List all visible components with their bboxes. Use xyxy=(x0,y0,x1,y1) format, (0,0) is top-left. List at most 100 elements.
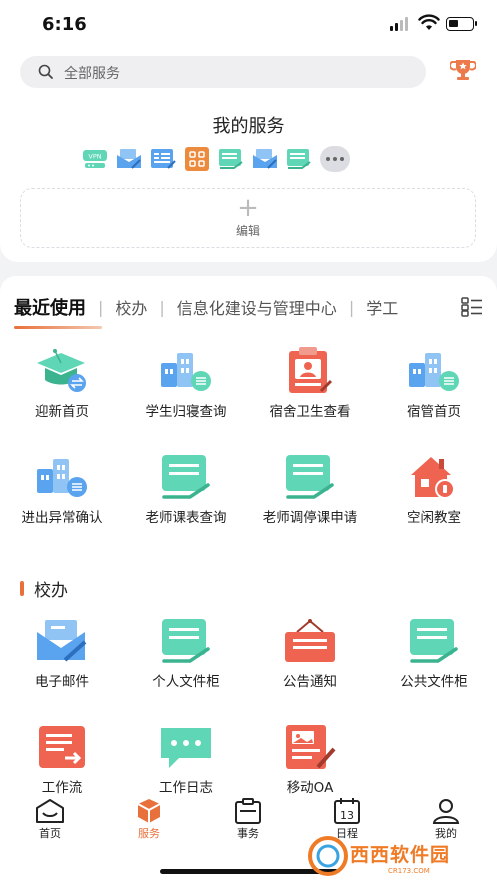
service-item[interactable]: 电子邮件 xyxy=(0,616,124,691)
cube-icon xyxy=(137,799,161,823)
category-tabs: 最近使用 | 校办 | 信息化建设与管理中心 | 学工 xyxy=(14,294,454,324)
service-label: 移动OA xyxy=(286,780,334,796)
my-services-card: 全部服务 我的服务 VPN + 编辑 xyxy=(0,50,497,262)
tab-divider: | xyxy=(348,297,355,317)
service-item[interactable]: 空闲教室 xyxy=(372,452,496,527)
status-time: 6:16 xyxy=(42,14,87,35)
service-label: 个人文件柜 xyxy=(152,674,220,690)
document-hand-icon xyxy=(157,452,215,502)
my-services-title: 我的服务 xyxy=(212,116,285,137)
service-label: 空闲教室 xyxy=(407,510,461,526)
list-view-icon[interactable] xyxy=(461,297,483,317)
active-tab-indicator xyxy=(14,326,102,329)
section-title-xiaoban: 校办 xyxy=(20,576,68,601)
site-watermark: 西西软件园 CR173.COM xyxy=(300,826,497,883)
dormitory-building-icon xyxy=(405,346,463,396)
service-label: 老师课表查询 xyxy=(145,510,227,526)
nav-services[interactable]: 服务 xyxy=(114,798,184,841)
service-item[interactable]: 宿舍卫生查看 xyxy=(248,346,372,421)
service-item[interactable]: 迎新首页 xyxy=(0,346,124,421)
search-icon xyxy=(38,64,53,79)
service-item[interactable]: 工作日志 xyxy=(124,722,248,797)
service-label: 宿舍卫生查看 xyxy=(269,404,351,420)
nav-affairs[interactable]: 事务 xyxy=(213,798,283,841)
watermark-text: 西西软件园 xyxy=(350,844,451,866)
chat-bubble-icon xyxy=(157,722,215,772)
dormitory-building-icon xyxy=(33,452,91,502)
email-icon xyxy=(33,616,91,666)
service-label: 工作日志 xyxy=(159,780,213,796)
service-item[interactable]: 老师课表查询 xyxy=(124,452,248,527)
tab-xiaoban[interactable]: 校办 xyxy=(115,295,147,319)
watermark-sub: CR173.COM xyxy=(388,867,430,875)
more-services-button[interactable] xyxy=(320,146,350,172)
service-label: 迎新首页 xyxy=(35,404,89,420)
search-placeholder: 全部服务 xyxy=(64,66,120,82)
nav-label: 服务 xyxy=(138,827,160,840)
service-label: 老师调停课申请 xyxy=(262,510,358,526)
section-title-text: 校办 xyxy=(34,581,68,601)
xiaoban-row: 工作流 工作日志 移动OA xyxy=(0,722,497,797)
clipboard-icon xyxy=(235,798,261,824)
service-label: 学生归寝查询 xyxy=(145,404,227,420)
nav-label: 首页 xyxy=(39,827,61,840)
id-clipboard-icon xyxy=(281,346,339,396)
trophy-icon[interactable] xyxy=(450,58,476,82)
service-label: 宿管首页 xyxy=(407,404,461,420)
service-label: 工作流 xyxy=(41,780,83,796)
document-icon[interactable] xyxy=(218,146,244,172)
tab-it-center[interactable]: 信息化建设与管理中心 xyxy=(177,295,337,319)
workflow-icon xyxy=(33,722,91,772)
service-label: 电子邮件 xyxy=(35,674,89,690)
apps-icon[interactable] xyxy=(184,146,210,172)
calendar-day: 13 xyxy=(340,809,354,822)
plus-icon: + xyxy=(237,193,259,223)
edit-label: 编辑 xyxy=(235,224,260,238)
app-screen: 6:16 全部服务 我的服务 VPN + 编辑 最近使用 | 校办 | 信息化建… xyxy=(0,0,497,883)
calendar-icon: 13 xyxy=(334,798,360,824)
service-label: 进出异常确认 xyxy=(21,510,103,526)
service-item[interactable]: 宿管首页 xyxy=(372,346,496,421)
recent-row: 迎新首页 学生归寝查询 宿舍卫生查看 宿管首页 xyxy=(0,346,497,421)
form-icon[interactable] xyxy=(150,146,176,172)
tab-recent[interactable]: 最近使用 xyxy=(14,294,86,320)
nav-label: 事务 xyxy=(237,827,259,840)
document-hand-icon xyxy=(157,616,215,666)
service-label: 公共文件柜 xyxy=(400,674,468,690)
mail-icon[interactable] xyxy=(116,146,142,172)
edit-document-icon xyxy=(281,722,339,772)
tab-divider: | xyxy=(159,297,165,317)
house-lock-icon xyxy=(405,452,463,502)
search-bar[interactable]: 全部服务 xyxy=(20,56,426,88)
document-hand-icon xyxy=(405,616,463,666)
service-item[interactable]: 移动OA xyxy=(248,722,372,797)
notice-board-icon xyxy=(281,616,339,666)
home-icon xyxy=(36,799,64,823)
service-label: 公告通知 xyxy=(283,674,337,690)
document-icon[interactable] xyxy=(286,146,312,172)
tab-xuegong[interactable]: 学工 xyxy=(366,295,398,319)
xiaoban-row: 电子邮件 个人文件柜 公告通知 公共文件柜 xyxy=(0,616,497,691)
service-item[interactable]: 个人文件柜 xyxy=(124,616,248,691)
service-item[interactable]: 学生归寝查询 xyxy=(124,346,248,421)
vpn-icon[interactable]: VPN xyxy=(82,146,108,172)
recent-row: 进出异常确认 老师课表查询 老师调停课申请 空闲教室 xyxy=(0,452,497,527)
service-item[interactable]: 老师调停课申请 xyxy=(248,452,372,527)
service-item[interactable]: 工作流 xyxy=(0,722,124,797)
watermark-logo xyxy=(308,836,348,876)
services-panel: 最近使用 | 校办 | 信息化建设与管理中心 | 学工 迎新首页 学生归寝查询 … xyxy=(0,276,497,816)
nav-home[interactable]: 首页 xyxy=(15,798,85,841)
graduation-cap-icon xyxy=(33,346,91,396)
my-services-shortcuts: VPN xyxy=(82,146,350,172)
svg-text:VPN: VPN xyxy=(88,153,101,161)
edit-services-button[interactable]: + 编辑 xyxy=(20,188,476,248)
battery-icon xyxy=(446,17,477,31)
service-item[interactable]: 公共文件柜 xyxy=(372,616,496,691)
mail-icon[interactable] xyxy=(252,146,278,172)
user-icon xyxy=(432,799,460,824)
document-hand-icon xyxy=(281,452,339,502)
service-item[interactable]: 公告通知 xyxy=(248,616,372,691)
dormitory-building-icon xyxy=(157,346,215,396)
cellular-signal-icon xyxy=(390,17,408,31)
service-item[interactable]: 进出异常确认 xyxy=(0,452,124,527)
